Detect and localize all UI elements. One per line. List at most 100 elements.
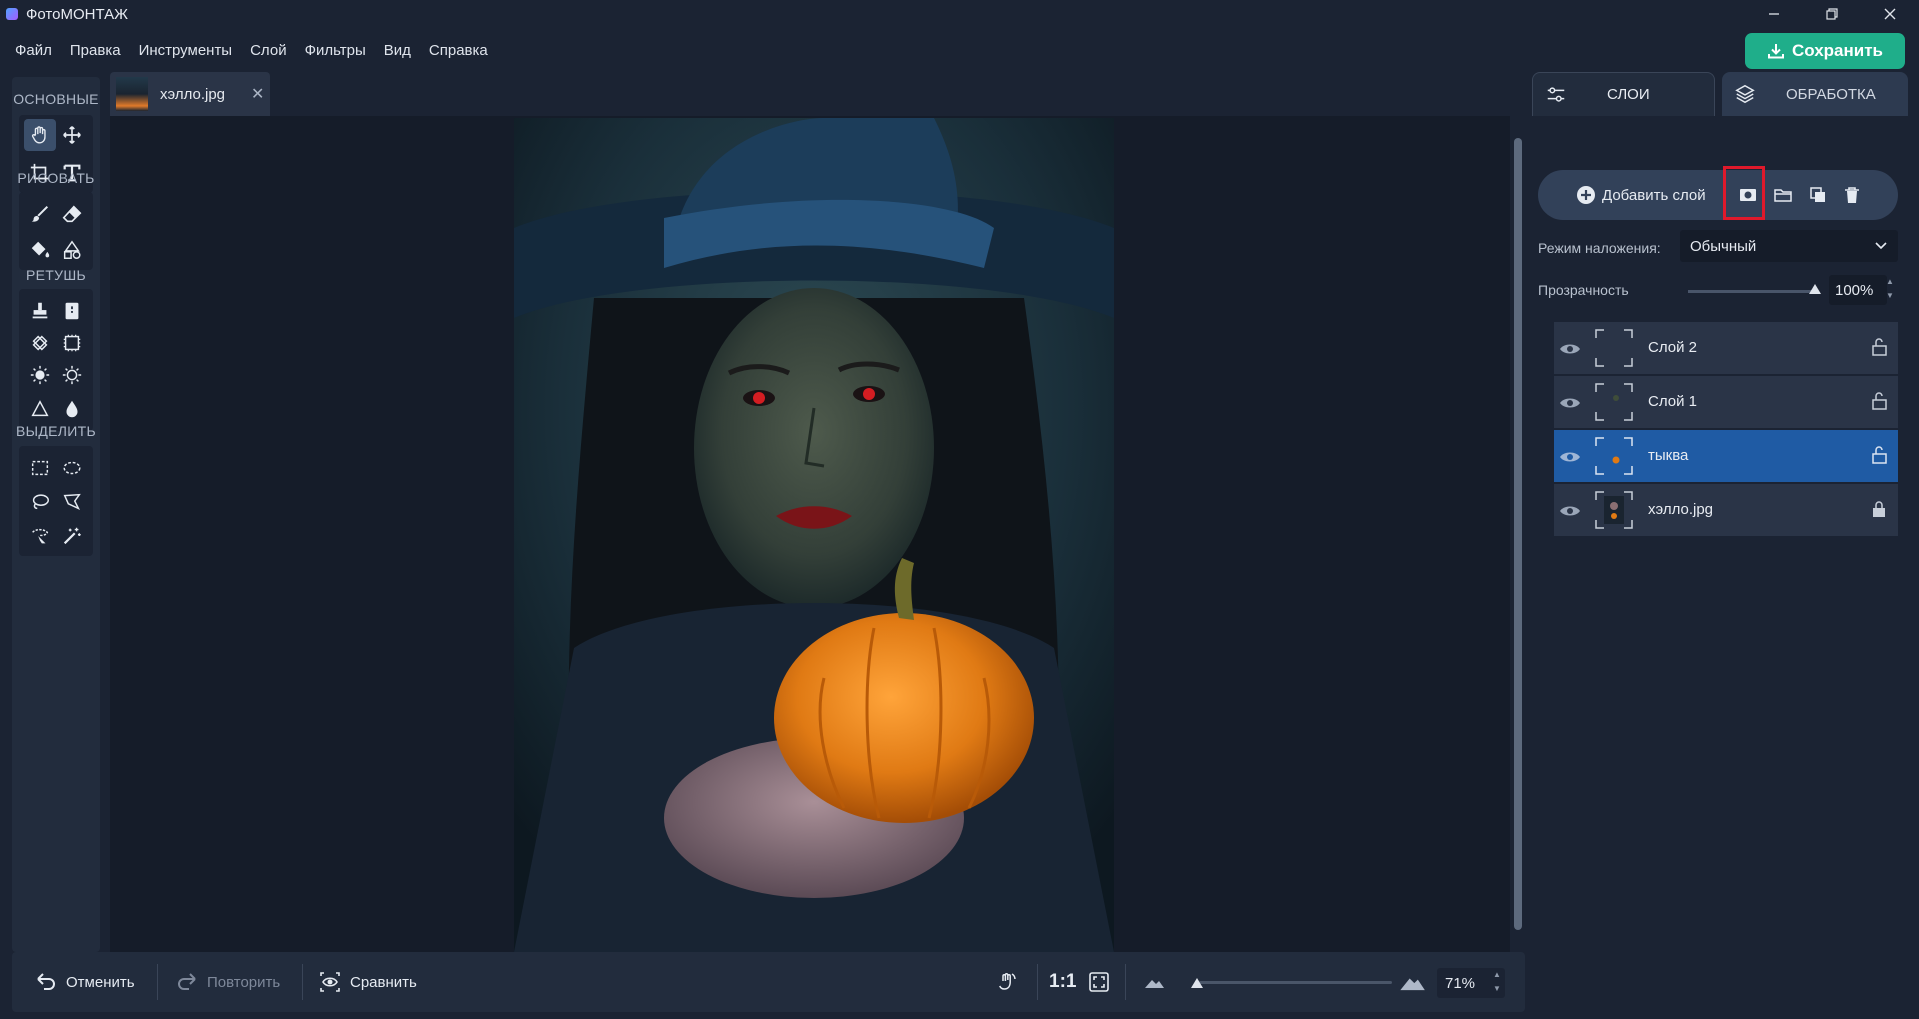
close-tab-icon[interactable]: ✕ [251,84,264,104]
menu-file[interactable]: Файл [6,42,61,59]
dodge-tool[interactable] [24,359,56,391]
document-tab[interactable]: хэлло.jpg ✕ [110,72,270,116]
layer-name: хэлло.jpg [1648,501,1714,518]
eye-icon[interactable] [1558,337,1582,361]
layer-row[interactable]: Слой 2 [1554,322,1898,374]
layer-row[interactable]: хэлло.jpg [1554,484,1898,536]
menu-tools[interactable]: Инструменты [130,42,242,59]
add-layer-label: Добавить слой [1602,186,1706,204]
lasso-tool[interactable] [24,486,56,518]
scrollbar-thumb[interactable] [1514,138,1522,930]
opacity-value-field[interactable]: 100% ▲ ▼ [1829,275,1894,305]
zoom-slider-track[interactable] [1199,981,1392,984]
zoom-slider-handle[interactable] [1191,978,1203,988]
blur-tool[interactable] [56,393,88,425]
canvas-area[interactable] [110,116,1510,952]
layer-name: тыква [1648,447,1689,464]
layer-row[interactable]: Слой 1 [1554,376,1898,428]
actual-size-button[interactable]: 1:1 [1049,952,1076,1012]
canvas-image [514,118,1114,952]
unlock-icon[interactable] [1868,444,1890,466]
patch-tool[interactable] [24,327,56,359]
download-icon [1767,44,1784,59]
magic-wand-tool[interactable] [56,520,88,552]
zoom-in-button[interactable] [1398,952,1426,1012]
menu-help[interactable]: Справка [420,42,497,59]
save-button[interactable]: Сохранить [1745,33,1905,69]
opacity-slider-track[interactable] [1688,290,1812,293]
canvas-vertical-scrollbar[interactable] [1510,116,1525,952]
fit-screen-button[interactable] [1087,952,1111,1012]
close-button[interactable] [1861,0,1919,28]
burn-tool[interactable] [56,359,88,391]
move-tool[interactable] [56,119,88,151]
blend-mode-select[interactable]: Обычный [1680,230,1898,262]
zoom-up-arrow-icon[interactable]: ▲ [1492,970,1502,979]
lock-icon[interactable] [1868,498,1890,520]
minimize-button[interactable] [1745,0,1803,28]
menu-edit[interactable]: Правка [61,42,130,59]
tab-layers[interactable]: СЛОИ [1532,72,1715,116]
poly-lasso-tool[interactable] [56,486,88,518]
blend-mode-value: Обычный [1690,237,1757,255]
sharpen-tool[interactable] [24,393,56,425]
zoom-value: 71% [1445,974,1476,992]
tool-group-retouch [19,289,93,431]
restore-button[interactable] [1803,0,1861,28]
menu-view[interactable]: Вид [375,42,420,59]
unlock-icon[interactable] [1868,336,1890,358]
opacity-down-arrow-icon[interactable]: ▼ [1885,291,1895,300]
eraser-tool[interactable] [56,198,88,230]
close-icon [1884,8,1896,20]
add-layer-button[interactable]: Добавить слой [1576,170,1706,220]
tool-group-draw [19,192,93,270]
minimize-icon [1769,13,1779,15]
trash-icon [1845,187,1859,203]
tab-processing[interactable]: ОБРАБОТКА [1722,72,1908,116]
compare-button[interactable]: Сравнить [318,952,417,1012]
menu-layer[interactable]: Слой [241,42,295,59]
undo-button[interactable]: Отменить [34,952,135,1012]
app-title: ФотоМОНТАЖ [26,5,128,23]
zoom-out-button[interactable] [1142,952,1166,1012]
zoom-value-field[interactable]: 71% ▲ ▼ [1437,968,1505,998]
hand-icon [31,126,46,144]
heal-tool[interactable] [56,295,88,327]
eye-icon[interactable] [1558,445,1582,469]
tab-layers-label: СЛОИ [1607,86,1650,103]
menu-filters[interactable]: Фильтры [296,42,375,59]
opacity-up-arrow-icon[interactable]: ▲ [1885,277,1895,286]
rect-select-tool[interactable] [24,452,56,484]
layer-name: Слой 1 [1648,393,1697,410]
stamp-tool[interactable] [24,295,56,327]
delete-layer-button[interactable] [1840,183,1864,207]
dodge-icon [30,365,50,385]
ellipse-select-tool[interactable] [56,452,88,484]
opacity-slider-handle[interactable] [1809,284,1821,294]
layer-name: Слой 2 [1648,339,1697,356]
brush-tool[interactable] [24,198,56,230]
open-folder-button[interactable] [1771,183,1795,207]
redo-button[interactable]: Повторить [175,952,280,1012]
brush-icon [31,205,49,222]
ellipse-select-icon [63,461,81,475]
shapes-tool[interactable] [56,234,88,266]
fill-tool[interactable] [24,234,56,266]
duplicate-layer-button[interactable] [1806,183,1830,207]
hand-tool[interactable] [24,119,56,151]
eye-icon[interactable] [1558,499,1582,523]
magnetic-lasso-tool[interactable] [24,520,56,552]
retouch-frame-tool[interactable] [56,327,88,359]
rotate-view-button[interactable] [995,952,1019,1012]
move-icon [63,126,81,144]
save-button-label: Сохранить [1791,41,1884,60]
eye-icon[interactable] [1558,391,1582,415]
zoom-down-arrow-icon[interactable]: ▼ [1492,984,1502,993]
fit-screen-icon [1089,972,1109,992]
layer-row-selected[interactable]: тыква [1554,430,1898,482]
divider [1125,964,1126,1000]
fill-icon [31,241,50,258]
heal-icon [65,302,79,320]
layers-panel-body: Добавить слой Режим наложения: Обычный П… [1530,116,1919,1019]
unlock-icon[interactable] [1868,390,1890,412]
